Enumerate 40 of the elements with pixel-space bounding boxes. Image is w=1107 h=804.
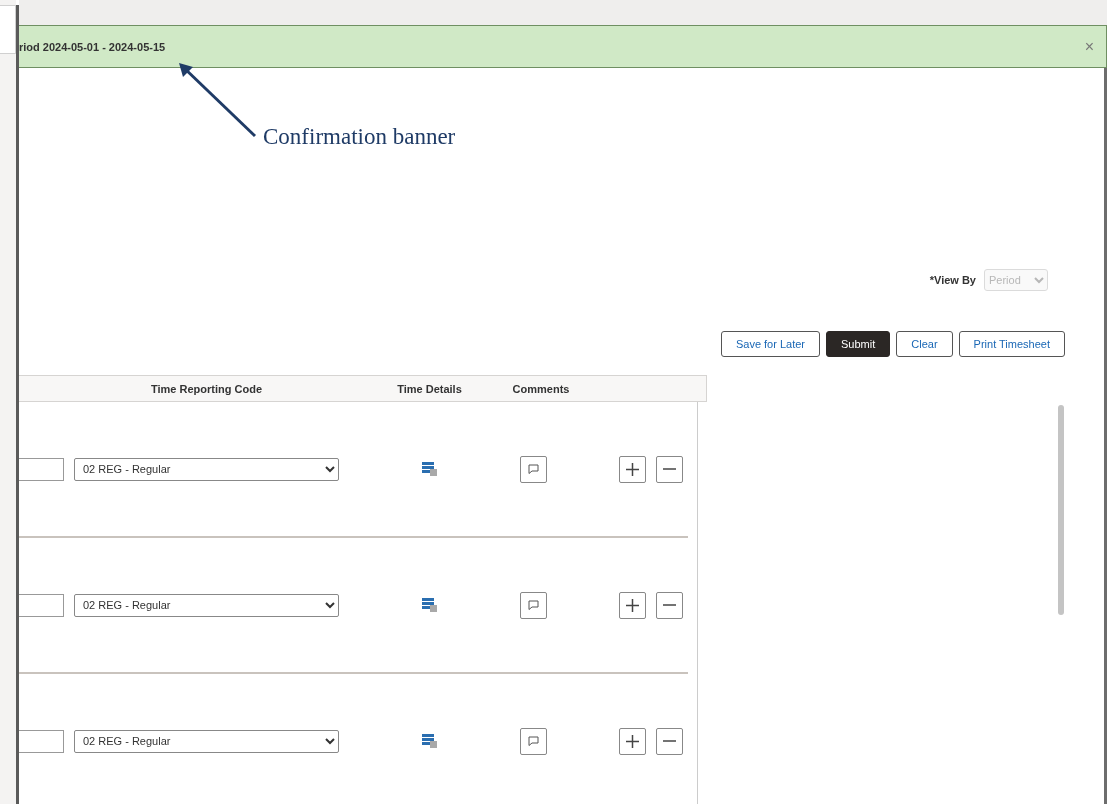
- action-button[interactable]: Clear: [896, 331, 953, 357]
- speech-bubble-icon: [528, 464, 539, 474]
- action-button[interactable]: Save for Later: [720, 331, 821, 357]
- comment-button[interactable]: [520, 591, 547, 619]
- minus-icon: [663, 740, 676, 742]
- time-code-select[interactable]: 02 REG - Regular: [74, 729, 339, 753]
- add-row-button[interactable]: [619, 591, 646, 619]
- input-field[interactable]: [19, 729, 64, 753]
- add-row-button[interactable]: [619, 455, 646, 483]
- speech-bubble-icon: [528, 600, 539, 610]
- column-header: Time Reporting Code: [151, 382, 262, 395]
- plus-icon: [626, 734, 639, 748]
- column-header: Comments: [512, 382, 570, 395]
- comment-button[interactable]: [520, 455, 547, 483]
- time-code-select[interactable]: 02 REG - Regular: [74, 593, 339, 617]
- input-field[interactable]: [19, 457, 64, 481]
- view-by-label: *View By: [929, 273, 976, 286]
- time-details-icon[interactable]: [422, 598, 437, 612]
- annotation-label: Confirmation banner: [263, 124, 456, 150]
- comment-button[interactable]: [520, 727, 547, 755]
- column-header: Time Details: [397, 382, 462, 395]
- minus-icon: [663, 468, 676, 470]
- scrollbar[interactable]: [1058, 405, 1064, 615]
- close-button[interactable]: ×: [1084, 38, 1094, 55]
- remove-row-button[interactable]: [656, 727, 683, 755]
- time-details-icon[interactable]: [422, 734, 437, 748]
- banner-message: riod 2024-05-01 - 2024-05-15: [19, 40, 166, 53]
- submit-button[interactable]: Submit: [826, 331, 891, 357]
- action-button[interactable]: Print Timesheet: [958, 331, 1065, 357]
- add-row-button[interactable]: [619, 727, 646, 755]
- speech-bubble-icon: [528, 736, 539, 746]
- plus-icon: [626, 462, 639, 476]
- remove-row-button[interactable]: [656, 455, 683, 483]
- side-panel: [0, 5, 16, 54]
- minus-icon: [663, 604, 676, 606]
- time-details-icon[interactable]: [422, 462, 437, 476]
- remove-row-button[interactable]: [656, 591, 683, 619]
- time-code-select[interactable]: 02 REG - Regular: [74, 457, 339, 481]
- input-field[interactable]: [19, 593, 64, 617]
- plus-icon: [626, 598, 639, 612]
